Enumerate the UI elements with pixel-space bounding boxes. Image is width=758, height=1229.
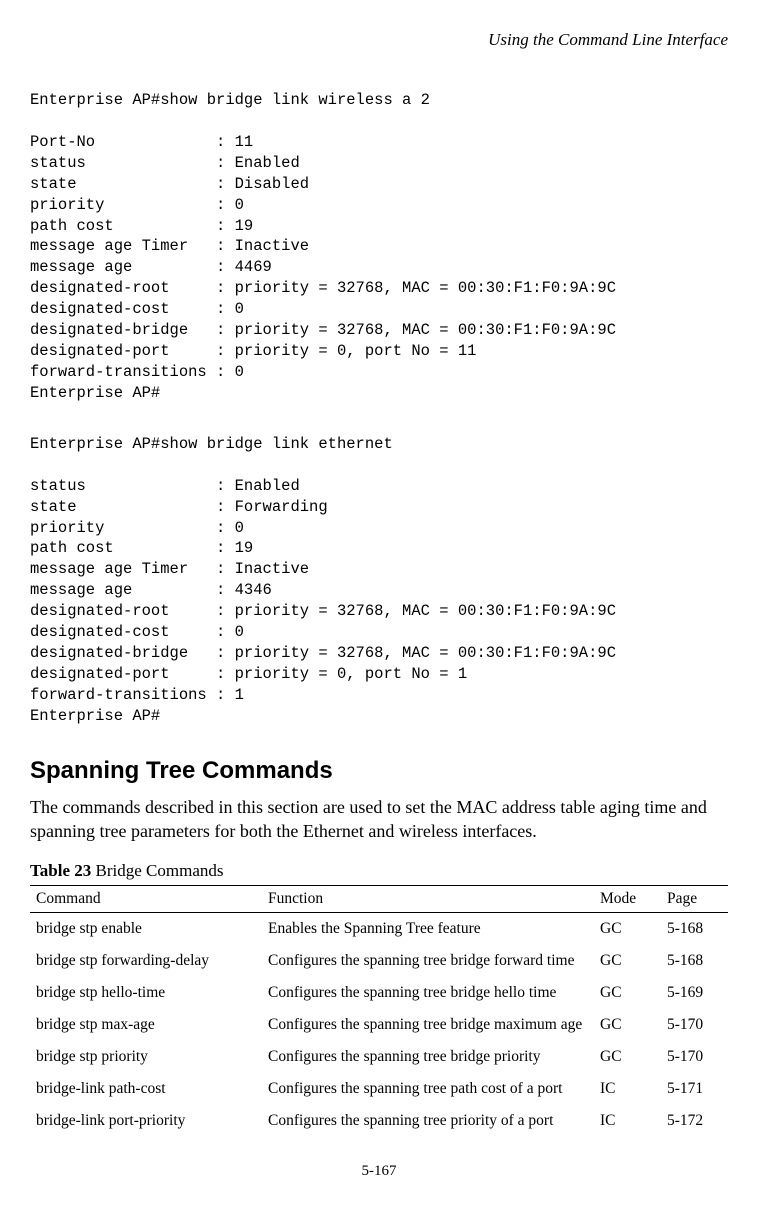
th-function: Function (262, 886, 594, 913)
cell-command: bridge stp priority (30, 1041, 262, 1073)
table-caption-lead: Table 23 (30, 861, 91, 880)
table-header-row: Command Function Mode Page (30, 886, 728, 913)
cell-page: 5-168 (661, 945, 728, 977)
table-caption-rest: Bridge Commands (91, 861, 223, 880)
cell-page: 5-170 (661, 1041, 728, 1073)
cell-command: bridge stp hello-time (30, 977, 262, 1009)
cell-function: Configures the spanning tree bridge forw… (262, 945, 594, 977)
cell-function: Configures the spanning tree path cost o… (262, 1073, 594, 1105)
terminal-output-1: Enterprise AP#show bridge link wireless … (30, 90, 728, 404)
cell-mode: GC (594, 977, 661, 1009)
cell-page: 5-170 (661, 1009, 728, 1041)
cell-mode: GC (594, 1041, 661, 1073)
cell-command: bridge-link port-priority (30, 1105, 262, 1137)
section-description: The commands described in this section a… (30, 795, 728, 844)
th-page: Page (661, 886, 728, 913)
cell-mode: GC (594, 1009, 661, 1041)
section-heading: Spanning Tree Commands (30, 757, 728, 785)
cell-mode: GC (594, 945, 661, 977)
cell-page: 5-168 (661, 913, 728, 946)
table-row: bridge-link path-costConfigures the span… (30, 1073, 728, 1105)
page-number: 5-167 (30, 1163, 728, 1180)
cell-command: bridge stp max-age (30, 1009, 262, 1041)
th-command: Command (30, 886, 262, 913)
cell-function: Configures the spanning tree priority of… (262, 1105, 594, 1137)
cell-function: Configures the spanning tree bridge hell… (262, 977, 594, 1009)
cell-command: bridge-link path-cost (30, 1073, 262, 1105)
table-caption: Table 23 Bridge Commands (30, 861, 728, 881)
table-row: bridge stp max-ageConfigures the spannin… (30, 1009, 728, 1041)
table-row: bridge stp enableEnables the Spanning Tr… (30, 913, 728, 946)
cell-function: Configures the spanning tree bridge maxi… (262, 1009, 594, 1041)
cell-function: Enables the Spanning Tree feature (262, 913, 594, 946)
cell-function: Configures the spanning tree bridge prio… (262, 1041, 594, 1073)
terminal-output-2: Enterprise AP#show bridge link ethernet … (30, 434, 728, 727)
cell-mode: IC (594, 1073, 661, 1105)
cell-command: bridge stp forwarding-delay (30, 945, 262, 977)
bridge-commands-table: Command Function Mode Page bridge stp en… (30, 885, 728, 1137)
cell-command: bridge stp enable (30, 913, 262, 946)
cell-page: 5-169 (661, 977, 728, 1009)
cell-page: 5-171 (661, 1073, 728, 1105)
cell-mode: IC (594, 1105, 661, 1137)
table-row: bridge stp priorityConfigures the spanni… (30, 1041, 728, 1073)
cell-page: 5-172 (661, 1105, 728, 1137)
table-row: bridge stp hello-timeConfigures the span… (30, 977, 728, 1009)
table-row: bridge-link port-priorityConfigures the … (30, 1105, 728, 1137)
cell-mode: GC (594, 913, 661, 946)
running-header: Using the Command Line Interface (30, 30, 728, 50)
table-row: bridge stp forwarding-delayConfigures th… (30, 945, 728, 977)
th-mode: Mode (594, 886, 661, 913)
